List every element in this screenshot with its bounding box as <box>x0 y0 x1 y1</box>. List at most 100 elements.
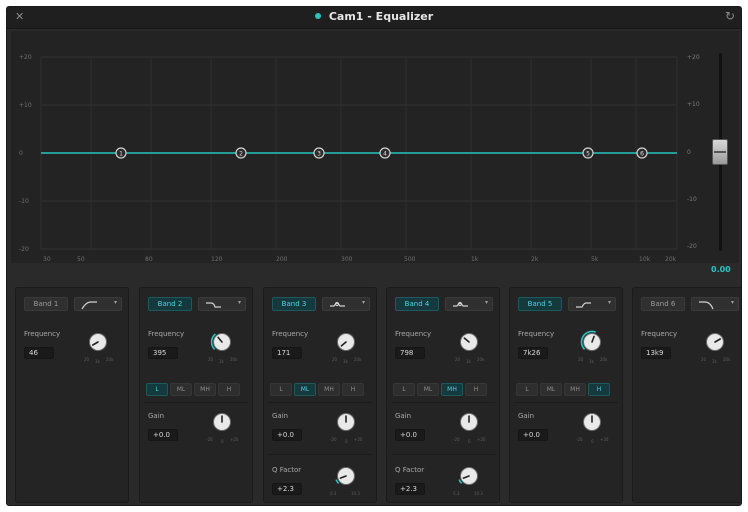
q-scale-min: 0.3 <box>330 491 337 496</box>
svg-text:5: 5 <box>586 151 590 158</box>
window-title: Cam1 - Equalizer <box>328 10 434 23</box>
band-6-node[interactable]: 6 <box>636 147 648 159</box>
freq-scale-mid: 1k <box>589 359 594 364</box>
range-button-h[interactable]: H <box>588 383 610 396</box>
band-toggle-button[interactable]: Band 4 <box>395 297 439 311</box>
range-button-mh[interactable]: MH <box>194 383 216 396</box>
gain-knob[interactable] <box>457 410 481 434</box>
freq-scale-max: 20k <box>230 357 238 362</box>
gain-label: Gain <box>148 412 165 420</box>
range-button-l[interactable]: L <box>146 383 168 396</box>
frequency-field[interactable]: 46 <box>24 347 54 359</box>
range-button-ml[interactable]: ML <box>294 383 316 396</box>
chevron-down-icon: ▾ <box>237 299 241 306</box>
range-button-ml[interactable]: ML <box>170 383 192 396</box>
frequency-label: Frequency <box>641 330 678 338</box>
filter-shape-select[interactable]: ▾ <box>322 297 370 311</box>
gain-scale-max: +20 <box>600 437 609 442</box>
svg-text:1: 1 <box>119 151 123 158</box>
fader-scale-neg10: -10 <box>687 196 697 203</box>
band-toggle-button[interactable]: Band 6 <box>641 297 685 311</box>
frequency-field[interactable]: 7k26 <box>518 347 548 359</box>
svg-text:2: 2 <box>239 151 243 158</box>
gain-field[interactable]: +0.0 <box>518 429 548 441</box>
band-toggle-button[interactable]: Band 2 <box>148 297 192 311</box>
gain-scale-max: +20 <box>477 437 486 442</box>
band-5-node[interactable]: 5 <box>582 147 594 159</box>
y-tick-label: -20 <box>19 246 29 253</box>
y-tick-label: +10 <box>19 102 32 109</box>
frequency-field[interactable]: 395 <box>148 347 178 359</box>
q-scale-max: 10.3 <box>351 491 360 496</box>
frequency-range-selector: L ML MH H <box>393 383 487 397</box>
range-button-l[interactable]: L <box>270 383 292 396</box>
q-scale-min: 0.3 <box>453 491 460 496</box>
freq-scale-mid: 1k <box>712 359 717 364</box>
frequency-knob[interactable] <box>334 330 358 354</box>
frequency-range-selector: L ML MH H <box>516 383 610 397</box>
band-toggle-button[interactable]: Band 1 <box>24 297 68 311</box>
x-tick-label: 120 <box>211 256 223 263</box>
frequency-knob[interactable] <box>703 330 727 354</box>
band-2-node[interactable]: 2 <box>235 147 247 159</box>
q-factor-knob[interactable] <box>334 464 358 488</box>
range-button-h[interactable]: H <box>465 383 487 396</box>
range-button-h[interactable]: H <box>218 383 240 396</box>
range-button-mh[interactable]: MH <box>564 383 586 396</box>
bell-icon <box>452 300 470 312</box>
band-toggle-button[interactable]: Band 5 <box>518 297 562 311</box>
band-4-node[interactable]: 4 <box>379 147 391 159</box>
filter-shape-select[interactable]: ▾ <box>445 297 493 311</box>
q-factor-field[interactable]: +2.3 <box>395 483 425 495</box>
y-tick-label: 0 <box>19 150 23 157</box>
range-button-l[interactable]: L <box>393 383 415 396</box>
gain-knob[interactable] <box>580 410 604 434</box>
range-button-mh[interactable]: MH <box>318 383 340 396</box>
frequency-field[interactable]: 798 <box>395 347 425 359</box>
frequency-knob[interactable] <box>457 330 481 354</box>
frequency-field[interactable]: 13k9 <box>641 347 671 359</box>
eq-graph[interactable]: +20 +10 0 -10 -20 30 50 80 120 200 300 500 1k 2k 5k 10… <box>11 31 683 263</box>
band-panel-1: Band 1 ▾ Frequency 46 20 1k 20k <box>15 287 129 503</box>
range-button-h[interactable]: H <box>342 383 364 396</box>
q-factor-knob[interactable] <box>457 464 481 488</box>
band-header: Band 5 ▾ <box>518 297 616 311</box>
filter-shape-select[interactable]: ▾ <box>198 297 246 311</box>
gain-scale-min: -20 <box>330 437 337 442</box>
q-factor-label: Q Factor <box>272 466 302 474</box>
filter-shape-select[interactable]: ▾ <box>568 297 616 311</box>
gain-field[interactable]: +0.0 <box>272 429 302 441</box>
band-panels: Band 1 ▾ Frequency 46 20 1k 20k Band 2 ▾ Frequenc… <box>15 287 741 503</box>
band-panel-6: Band 6 ▾ Frequency 13k9 20 1k 20k <box>632 287 741 503</box>
x-tick-label: 200 <box>276 256 288 263</box>
range-button-mh[interactable]: MH <box>441 383 463 396</box>
gain-field[interactable]: +0.0 <box>395 429 425 441</box>
reset-icon[interactable]: ↻ <box>725 9 735 23</box>
gain-scale-mid: 0 <box>221 439 224 444</box>
band-3-node[interactable]: 3 <box>313 147 325 159</box>
x-tick-label: 10k <box>639 256 651 263</box>
band-1-node[interactable]: 1 <box>115 147 127 159</box>
range-button-ml[interactable]: ML <box>540 383 562 396</box>
frequency-knob[interactable] <box>210 330 234 354</box>
frequency-field[interactable]: 171 <box>272 347 302 359</box>
title-bar: ✕ Cam1 - Equalizer ↻ <box>7 7 741 29</box>
divider <box>144 402 248 403</box>
filter-shape-select[interactable]: ▾ <box>691 297 739 311</box>
q-factor-field[interactable]: +2.3 <box>272 483 302 495</box>
gain-knob[interactable] <box>334 410 358 434</box>
freq-scale-mid: 1k <box>343 359 348 364</box>
gain-field[interactable]: +0.0 <box>148 429 178 441</box>
band-toggle-button[interactable]: Band 3 <box>272 297 316 311</box>
fader-handle[interactable] <box>712 139 728 165</box>
freq-scale-mid: 1k <box>219 359 224 364</box>
gain-knob[interactable] <box>210 410 234 434</box>
frequency-knob[interactable] <box>86 330 110 354</box>
band-header: Band 2 ▾ <box>148 297 246 311</box>
svg-text:4: 4 <box>383 151 387 158</box>
range-button-l[interactable]: L <box>516 383 538 396</box>
band-panel-2: Band 2 ▾ Frequency 395 20 1k 20k L ML MH H Gain +0.0… <box>139 287 253 503</box>
filter-shape-select[interactable]: ▾ <box>74 297 122 311</box>
range-button-ml[interactable]: ML <box>417 383 439 396</box>
frequency-knob[interactable] <box>580 330 604 354</box>
